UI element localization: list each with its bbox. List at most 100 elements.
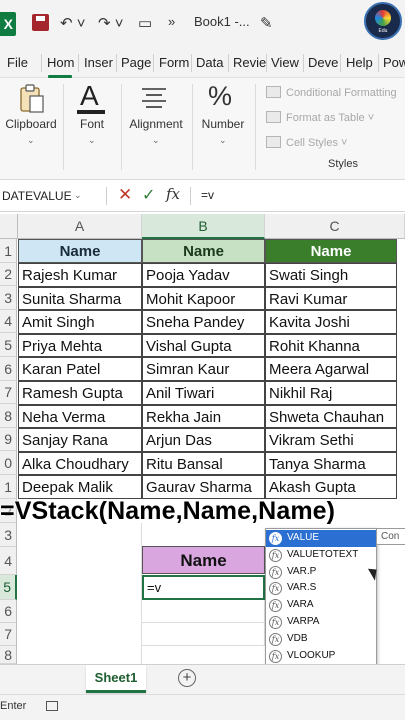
header-cell-c[interactable]: Name <box>265 239 397 263</box>
table-cell[interactable]: Arjun Das <box>142 428 265 452</box>
autocomplete-item[interactable]: fx VAR.S <box>266 580 376 597</box>
table-cell[interactable]: Neha Verma <box>18 404 142 429</box>
table-cell[interactable]: Ramesh Gupta <box>18 381 142 405</box>
tab-view[interactable]: View <box>271 55 299 70</box>
add-sheet-icon[interactable]: + <box>178 669 196 687</box>
autocomplete-item[interactable]: fx VARA <box>266 597 376 614</box>
row-header[interactable]: 8 <box>0 404 17 428</box>
undo-icon[interactable]: ↶ ˅ <box>60 14 86 32</box>
tab-review[interactable]: Revie <box>233 55 266 70</box>
cell[interactable] <box>142 600 265 623</box>
row-header[interactable]: 2 <box>0 263 17 286</box>
tab-help[interactable]: Help <box>346 55 373 70</box>
autocomplete-item[interactable]: fx VARPA <box>266 614 376 631</box>
table-cell[interactable]: Shweta Chauhan <box>265 404 397 429</box>
cell-range[interactable] <box>18 523 142 664</box>
row-header[interactable]: 1 <box>0 239 17 263</box>
table-cell[interactable]: Sunita Sharma <box>18 286 142 311</box>
row-header[interactable]: 9 <box>0 428 17 451</box>
table-cell[interactable]: Rohit Khanna <box>265 333 397 358</box>
table-cell[interactable]: Alka Choudhary <box>18 451 142 476</box>
table-cell[interactable]: Ravi Kumar <box>265 286 397 311</box>
row-header[interactable]: 4 <box>0 310 17 333</box>
formula-input[interactable]: =v <box>201 188 214 202</box>
format-as-table-button[interactable]: Format as Table ˅ <box>266 111 374 124</box>
tab-page-layout[interactable]: Page <box>121 55 151 70</box>
font-color-icon: A <box>80 80 99 111</box>
more-commands-icon[interactable]: » <box>168 14 175 29</box>
header-cell-a[interactable]: Name <box>18 239 142 263</box>
insert-function-icon[interactable]: fx <box>166 185 180 203</box>
accessibility-icon[interactable] <box>46 701 58 711</box>
pen-icon[interactable]: ✎ <box>260 14 273 32</box>
row-header[interactable]: 6 <box>0 600 17 623</box>
tab-formulas[interactable]: Form <box>159 55 189 70</box>
table-cell[interactable]: Simran Kaur <box>142 357 265 381</box>
autocomplete-item[interactable]: fx VAR.P <box>266 564 376 581</box>
name-box[interactable]: DATEVALUE <box>0 185 82 207</box>
table-cell[interactable]: Tanya Sharma <box>265 451 397 476</box>
tab-data[interactable]: Data <box>196 55 223 70</box>
folder-icon[interactable]: ▭ <box>138 14 152 32</box>
table-cell[interactable]: Vishal Gupta <box>142 333 265 358</box>
header-cell-b[interactable]: Name <box>142 239 265 263</box>
row-header[interactable]: 8 <box>0 646 17 664</box>
table-cell[interactable]: Sanjay Rana <box>18 428 142 452</box>
sheet-tab-sheet1[interactable]: Sheet1 <box>86 665 146 693</box>
active-cell[interactable]: =v <box>142 575 265 600</box>
chevron-down-icon[interactable]: ⌄ <box>74 190 82 201</box>
autocomplete-item[interactable]: fx VDB <box>266 631 376 648</box>
table-cell[interactable]: Priya Mehta <box>18 333 142 358</box>
table-cell[interactable]: Rekha Jain <box>142 404 265 429</box>
table-cell[interactable]: Gaurav Sharma <box>142 475 265 499</box>
row-header[interactable]: 3 <box>0 286 17 310</box>
tab-file[interactable]: File <box>7 55 28 70</box>
table-cell[interactable]: Anil Tiwari <box>142 381 265 405</box>
tab-home[interactable]: Hom <box>47 55 74 70</box>
table-cell[interactable]: Swati Singh <box>265 263 397 287</box>
redo-icon[interactable]: ↷ ˅ <box>98 14 124 32</box>
table-cell[interactable]: Deepak Malik <box>18 475 142 499</box>
cancel-icon[interactable]: ✕ <box>118 185 132 205</box>
table-cell[interactable]: Pooja Yadav <box>142 263 265 287</box>
row-header[interactable]: 4 <box>0 547 17 575</box>
table-cell[interactable]: Kavita Joshi <box>265 310 397 334</box>
table-cell[interactable]: Nikhil Raj <box>265 381 397 405</box>
cell[interactable] <box>142 623 265 646</box>
row-header[interactable]: 1 <box>0 475 17 499</box>
table-cell[interactable]: Karan Patel <box>18 357 142 381</box>
autocomplete-item[interactable]: fx VLOOKUP <box>266 648 376 665</box>
row-header[interactable]: 5 <box>0 333 17 357</box>
tab-developer[interactable]: Deve <box>308 55 338 70</box>
select-all-corner[interactable] <box>0 214 18 239</box>
row-header[interactable]: 6 <box>0 357 17 381</box>
table-cell[interactable]: Sneha Pandey <box>142 310 265 334</box>
output-header-cell[interactable]: Name <box>142 546 265 574</box>
autocomplete-item[interactable]: fx VALUETOTEXT <box>266 547 376 564</box>
cell-styles-button[interactable]: Cell Styles ˅ <box>266 136 347 149</box>
table-cell[interactable]: Rajesh Kumar <box>18 263 142 287</box>
column-header-a[interactable]: A <box>18 214 142 239</box>
row-header[interactable]: 5 <box>0 575 17 600</box>
save-icon[interactable] <box>32 14 49 31</box>
column-header-b[interactable]: B <box>142 214 265 239</box>
clipboard-icon <box>20 84 44 113</box>
enter-icon[interactable]: ✓ <box>142 185 155 205</box>
table-cell[interactable]: Ritu Bansal <box>142 451 265 476</box>
row-header[interactable]: 0 <box>0 451 17 475</box>
table-cell[interactable]: Akash Gupta <box>265 475 397 499</box>
row-header[interactable]: 3 <box>0 523 17 547</box>
autocomplete-item[interactable]: fx VALUE <box>266 530 376 547</box>
column-header-c[interactable]: C <box>265 214 405 239</box>
row-header[interactable]: 7 <box>0 381 17 404</box>
table-cell[interactable]: Mohit Kapoor <box>142 286 265 311</box>
table-cell[interactable]: Meera Agarwal <box>265 357 397 381</box>
row-header[interactable]: 7 <box>0 623 17 646</box>
tab-power[interactable]: Pow <box>383 55 405 70</box>
table-icon <box>266 111 281 123</box>
conditional-formatting-button[interactable]: Conditional Formatting <box>266 86 397 99</box>
status-bar: Enter <box>0 694 405 720</box>
table-cell[interactable]: Vikram Sethi <box>265 428 397 452</box>
tab-insert[interactable]: Inser <box>84 55 113 70</box>
table-cell[interactable]: Amit Singh <box>18 310 142 334</box>
